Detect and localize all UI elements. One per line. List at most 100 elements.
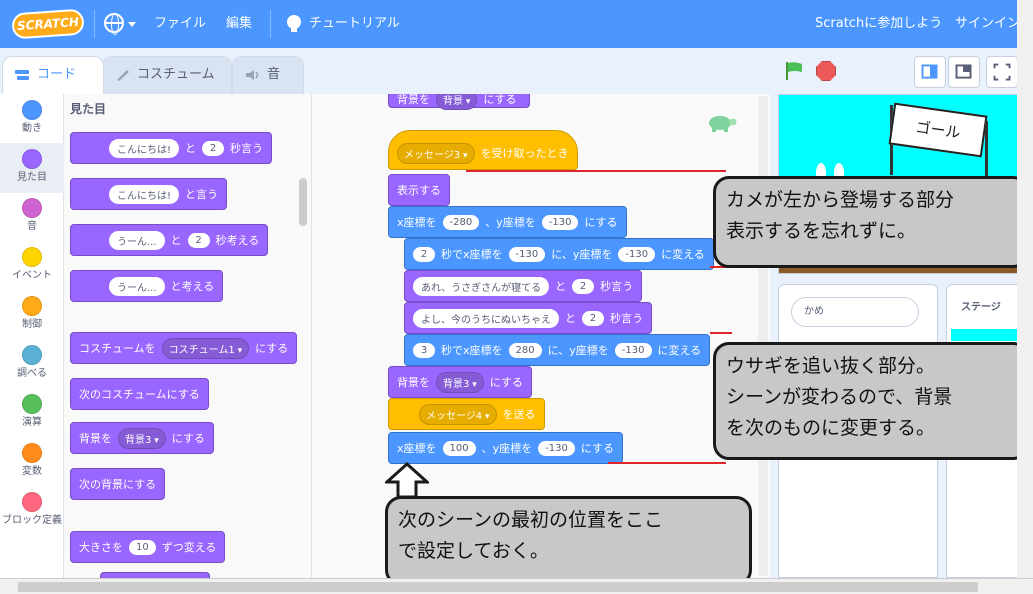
large-stage-button[interactable] [948, 56, 980, 88]
category-events[interactable]: イベント [0, 241, 64, 291]
block-text: と [185, 142, 197, 155]
say-text-input[interactable]: よし、今のうちにぬいちゃえ [413, 308, 559, 328]
next-backdrop-block[interactable]: 次の背景にする [70, 468, 166, 500]
category-dot [22, 149, 42, 169]
say-text-input[interactable]: あれ、うさぎさんが寝てる [413, 276, 550, 296]
block-text: 秒言う [230, 142, 264, 155]
signin-link[interactable]: サインイン [955, 0, 1020, 48]
join-link[interactable]: Scratchに参加しよう [815, 0, 942, 48]
y-input[interactable]: -130 [618, 246, 656, 262]
callout-text: で設定しておく。 [398, 540, 549, 562]
category-looks[interactable]: 見た目 [0, 143, 64, 193]
y-input[interactable]: -130 [541, 214, 579, 230]
when-receive-hat-block[interactable]: メッセージ3 を受け取ったとき [388, 130, 578, 170]
category-label: 調べる [17, 368, 47, 379]
next-costume-block[interactable]: 次のコスチュームにする [70, 378, 209, 410]
switch-costume-block[interactable]: コスチュームを コスチューム1 にする [70, 332, 298, 364]
file-menu[interactable]: ファイル [154, 0, 206, 48]
callout-text: 表示するを忘れずに。 [726, 220, 917, 242]
message-dropdown[interactable]: メッセージ3 [397, 142, 475, 164]
category-sound[interactable]: 音 [0, 192, 64, 242]
secs-input[interactable]: 3 [413, 342, 435, 358]
category-motion[interactable]: 動き [0, 94, 64, 144]
fullscreen-icon [993, 63, 1011, 81]
category-control[interactable]: 制御 [0, 290, 64, 340]
edit-menu[interactable]: 編集 [226, 0, 252, 48]
change-size-block[interactable]: 大きさを 10 ずつ変える [70, 531, 226, 563]
callout-overtake: ウサギを追い抜く部分。 シーンが変わるので、背景 を次のものに変更する。 [713, 342, 1029, 460]
category-dot [22, 394, 42, 414]
scrollbar-thumb[interactable] [18, 582, 978, 592]
secs-input[interactable]: 2 [187, 232, 210, 248]
y-input[interactable]: -130 [538, 440, 575, 456]
y-input[interactable]: -130 [614, 342, 652, 358]
backdrop-dropdown[interactable]: 背景 [436, 94, 478, 110]
tab-sounds[interactable]: 音 [232, 56, 304, 94]
go-to-xy-block[interactable]: x座標を -280 、y座標を -130 にする [388, 206, 627, 238]
broadcast-block[interactable]: メッセージ4 を送る [388, 398, 545, 430]
size-input[interactable]: 10 [129, 539, 156, 555]
tutorial-menu[interactable]: チュートリアル [309, 0, 400, 48]
say-block[interactable]: こんにちは! と言う [70, 178, 228, 210]
switch-backdrop-block[interactable]: 背景を 背景3 にする [70, 422, 214, 454]
category-label: 見た目 [17, 172, 47, 183]
x-input[interactable]: -280 [442, 214, 480, 230]
category-dot [22, 492, 42, 512]
think-for-secs-block[interactable]: うーん... と 2 秒考える [70, 224, 269, 256]
glide-block[interactable]: 3 秒でx座標を 280 に、y座標を -130 に変える [404, 334, 711, 366]
category-label: 音 [27, 221, 37, 232]
think-text-input[interactable]: うーん... [109, 230, 165, 250]
think-block[interactable]: うーん... と考える [70, 270, 224, 302]
block-text: コスチュームを [79, 342, 156, 355]
x-input[interactable]: 100 [442, 440, 476, 456]
secs-input[interactable]: 2 [572, 278, 595, 294]
say-for-secs-block[interactable]: よし、今のうちにぬいちゃえ と 2 秒言う [404, 302, 652, 334]
tab-costumes-label: コスチューム [137, 67, 215, 82]
backdrop-block-partial[interactable]: 背景を 背景 にする [388, 94, 530, 110]
small-stage-button[interactable] [914, 56, 946, 88]
tab-costumes[interactable]: コスチューム [102, 56, 232, 94]
secs-input[interactable]: 2 [413, 246, 435, 262]
window-horizontal-scrollbar[interactable] [0, 578, 1033, 594]
block-text: に変える [661, 248, 705, 261]
sprite-name-input[interactable]: かめ [791, 297, 919, 327]
glide-block[interactable]: 2 秒でx座標を -130 に、y座標を -130 に変える [404, 238, 714, 270]
script-scrollbar[interactable] [758, 96, 768, 576]
category-variables[interactable]: 変数 [0, 437, 64, 487]
window-vertical-scrollbar[interactable] [1017, 0, 1033, 578]
palette-scrollbar[interactable] [299, 178, 307, 226]
green-flag-icon[interactable] [784, 61, 804, 81]
category-my-blocks[interactable]: ブロック定義 [0, 486, 64, 546]
switch-backdrop-block[interactable]: 背景を 背景3 にする [388, 366, 532, 398]
turtle-sprite-icon [709, 116, 737, 132]
go-to-xy-block[interactable]: x座標を 100 、y座標を -130 にする [388, 432, 623, 464]
globe-icon[interactable] [104, 13, 124, 35]
category-operators[interactable]: 演算 [0, 388, 64, 438]
show-block[interactable]: 表示する [388, 174, 450, 206]
block-text: と [170, 234, 182, 247]
scratch-logo[interactable]: SCRATCH [11, 8, 85, 40]
costume-dropdown[interactable]: コスチューム1 [161, 337, 250, 359]
block-palette: 見た目 こんにちは! と 2 秒言う こんにちは! と言う うーん... と 2… [64, 94, 312, 578]
block-text: に、y座標を [547, 344, 609, 357]
category-menu: 動き 見た目 音 イベント 制御 調べる 演算 変数 ブロック定義 [0, 94, 64, 578]
category-sensing[interactable]: 調べる [0, 339, 64, 389]
block-text: にする [584, 216, 618, 229]
backdrop-dropdown[interactable]: 背景3 [436, 371, 484, 393]
say-text-input[interactable]: こんにちは! [109, 138, 180, 158]
fullscreen-button[interactable] [986, 56, 1018, 88]
message-dropdown[interactable]: メッセージ4 [419, 403, 497, 425]
x-input[interactable]: -130 [508, 246, 546, 262]
think-text-input[interactable]: うーん... [109, 276, 165, 296]
say-for-secs-block[interactable]: あれ、うさぎさんが寝てる と 2 秒言う [404, 270, 643, 302]
say-text-input[interactable]: こんにちは! [109, 184, 180, 204]
callout-text: ウサギを追い抜く部分。 [726, 355, 936, 377]
x-input[interactable]: 280 [508, 342, 542, 358]
backdrop-dropdown[interactable]: 背景3 [118, 427, 166, 449]
tab-code[interactable]: コード [2, 56, 104, 94]
editor-tabs: コード コスチューム 音 [0, 48, 770, 94]
secs-input[interactable]: 2 [582, 310, 604, 326]
secs-input[interactable]: 2 [202, 140, 225, 156]
stop-icon[interactable] [816, 61, 836, 81]
say-for-secs-block[interactable]: こんにちは! と 2 秒言う [70, 132, 273, 164]
